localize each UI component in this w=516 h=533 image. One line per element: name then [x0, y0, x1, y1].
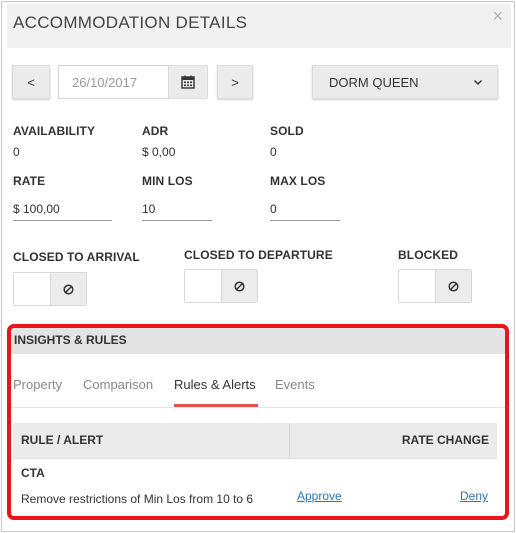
sold-label: SOLD	[270, 124, 304, 138]
ban-icon	[448, 280, 459, 292]
max-los-input[interactable]: 0	[270, 197, 340, 221]
chevron-down-icon	[474, 79, 482, 85]
rate-label: RATE	[13, 174, 46, 188]
blocked-label: BLOCKED	[398, 248, 459, 262]
adr-value: $ 0,00	[142, 145, 176, 159]
calendar-icon	[181, 75, 195, 89]
date-field[interactable]: 26/10/2017	[58, 65, 170, 99]
min-los-input[interactable]: 10	[142, 197, 212, 221]
availability-value: 0	[13, 145, 20, 159]
adr-label: ADR	[142, 124, 169, 138]
closed-to-arrival-label: CLOSED TO ARRIVAL	[13, 250, 140, 264]
calendar-button[interactable]	[168, 65, 208, 99]
ban-icon	[63, 283, 74, 295]
room-type-select[interactable]: DORM QUEEN	[312, 65, 498, 99]
closed-to-departure-label: CLOSED TO DEPARTURE	[184, 248, 333, 262]
previous-date-button[interactable]: <	[12, 65, 50, 99]
closed-to-departure-toggle[interactable]	[184, 269, 258, 303]
close-icon[interactable]: ×	[492, 7, 503, 25]
availability-label: AVAILABILITY	[13, 124, 96, 138]
rate-input[interactable]: $ 100,00	[13, 197, 112, 221]
panel-header: ACCOMMODATION DETAILS ×	[7, 4, 511, 48]
max-los-label: MAX LOS	[270, 174, 326, 188]
next-date-button[interactable]: >	[217, 65, 253, 99]
closed-to-arrival-toggle[interactable]	[13, 272, 87, 306]
blocked-toggle[interactable]	[398, 269, 472, 303]
ban-icon	[234, 280, 245, 292]
min-los-label: MIN LOS	[142, 174, 193, 188]
sold-value: 0	[270, 145, 277, 159]
room-type-value: DORM QUEEN	[329, 74, 419, 90]
page-title: ACCOMMODATION DETAILS	[13, 13, 248, 32]
insights-highlight-box	[7, 324, 509, 520]
